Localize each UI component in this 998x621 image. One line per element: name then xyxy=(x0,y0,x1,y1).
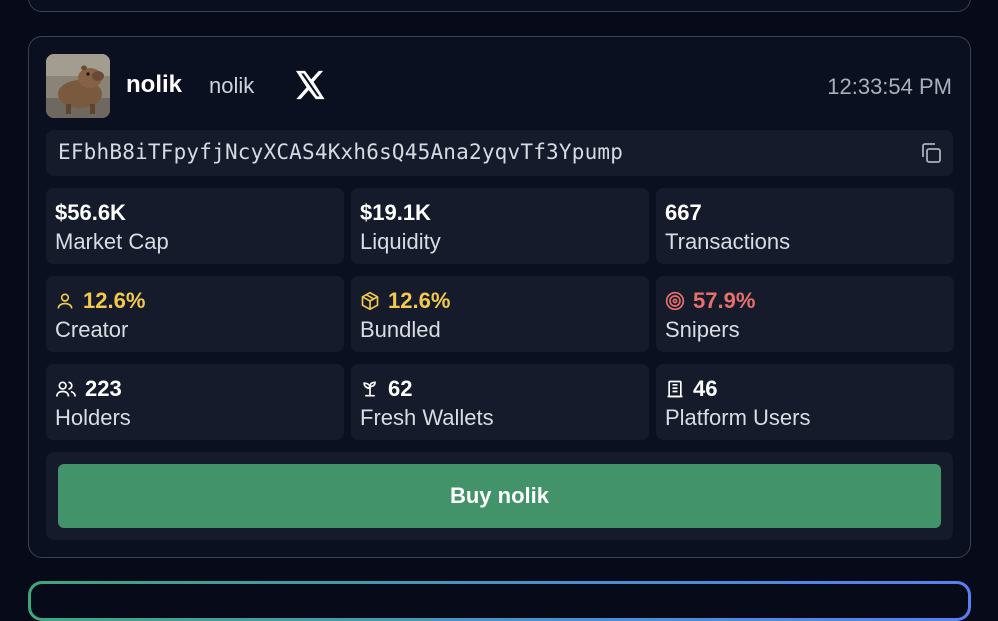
building-icon xyxy=(667,380,683,398)
buy-section: Buy nolik xyxy=(46,452,953,540)
holders-value: 223 xyxy=(85,376,122,401)
token-card: nolik nolik 12:33:54 PM EFbhB8iTFpyfjNcy… xyxy=(28,36,971,558)
platform-users-label: Platform Users xyxy=(665,405,811,430)
stat-snipers: 57.9% Snipers xyxy=(656,276,954,352)
copy-icon[interactable] xyxy=(919,141,943,165)
snipers-label: Snipers xyxy=(665,317,740,342)
transactions-label: Transactions xyxy=(665,229,791,254)
next-token-card xyxy=(28,581,971,621)
bundled-label: Bundled xyxy=(360,317,441,342)
stat-creator: 12.6% Creator xyxy=(46,276,344,352)
stat-bundled: 12.6% Bundled xyxy=(351,276,649,352)
transactions-value: 667 xyxy=(665,200,702,225)
buy-button[interactable]: Buy nolik xyxy=(58,464,941,528)
sprout-icon xyxy=(363,381,376,397)
stat-market-cap: $56.6K Market Cap xyxy=(46,188,344,264)
market-cap-value: $56.6K xyxy=(55,200,126,225)
previous-token-card xyxy=(28,0,971,12)
stat-platform-users: 46 Platform Users xyxy=(656,364,954,440)
platform-users-value: 46 xyxy=(693,376,718,401)
token-symbol: nolik xyxy=(209,73,255,98)
target-icon xyxy=(665,291,685,311)
user-icon xyxy=(57,293,73,309)
timestamp: 12:33:54 PM xyxy=(827,74,952,99)
stat-transactions: 667 Transactions xyxy=(656,188,954,264)
users-icon xyxy=(56,381,76,397)
fresh-wallets-value: 62 xyxy=(388,376,413,401)
market-cap-label: Market Cap xyxy=(55,229,169,254)
stat-fresh-wallets: 62 Fresh Wallets xyxy=(351,364,649,440)
stat-liquidity: $19.1K Liquidity xyxy=(351,188,649,264)
contract-address[interactable]: EFbhB8iTFpyfjNcyXCAS4Kxh6sQ45Ana2yqvTf3Y… xyxy=(58,140,623,164)
x-twitter-icon[interactable] xyxy=(292,68,326,102)
box-icon xyxy=(361,291,379,311)
creator-value: 12.6% xyxy=(83,288,146,313)
contract-address-box: EFbhB8iTFpyfjNcyXCAS4Kxh6sQ45Ana2yqvTf3Y… xyxy=(46,130,953,176)
bundled-value: 12.6% xyxy=(388,288,451,313)
liquidity-label: Liquidity xyxy=(360,229,441,254)
token-avatar xyxy=(46,54,110,118)
snipers-value: 57.9% xyxy=(693,288,756,313)
fresh-wallets-label: Fresh Wallets xyxy=(360,405,494,430)
holders-label: Holders xyxy=(55,405,131,430)
liquidity-value: $19.1K xyxy=(360,200,431,225)
stat-holders: 223 Holders xyxy=(46,364,344,440)
token-name: nolik xyxy=(126,71,183,98)
creator-label: Creator xyxy=(55,317,129,342)
